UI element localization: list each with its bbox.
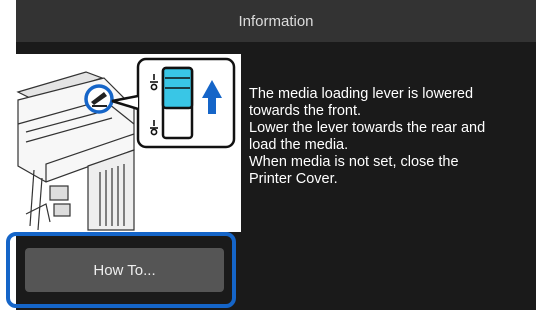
content-area: The media loading lever is lowered towar… [16, 42, 536, 310]
information-message: The media loading lever is lowered towar… [249, 86, 486, 187]
title-bar: Information [16, 0, 536, 42]
screen-title: Information [238, 12, 314, 30]
information-screen: Information The media loading lever is l… [16, 0, 536, 310]
how-to-button[interactable]: How To... [25, 248, 224, 292]
how-to-button-label: How To... [93, 261, 156, 279]
printer-lever-illustration [16, 54, 241, 232]
